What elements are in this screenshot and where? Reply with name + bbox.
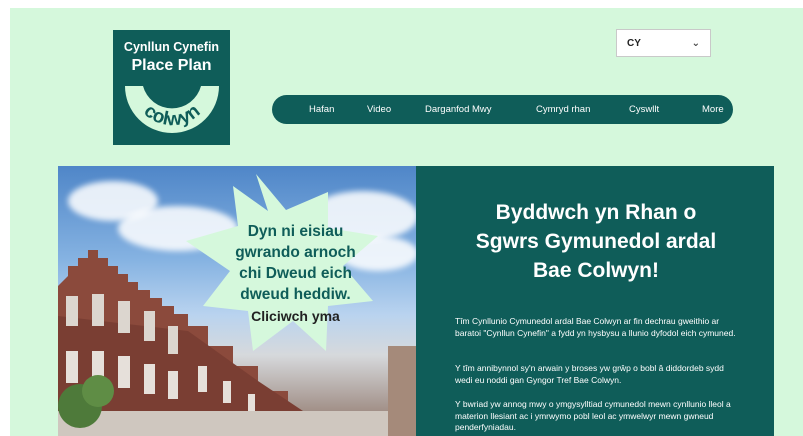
nav-item-cyswllt[interactable]: Cyswllt: [629, 104, 659, 115]
heading-line-3: Bae Colwyn!: [532, 259, 660, 282]
language-select[interactable]: CY ⌄: [616, 29, 711, 57]
star-line-3: chi Dweud eich: [239, 265, 352, 282]
nav-item-cymryd-rhan[interactable]: Cymryd rhan: [536, 104, 590, 115]
intro-paragraph-3: Y bwriad yw annog mwy o ymgysylltiad cym…: [455, 399, 731, 432]
panel-heading: Byddwch yn Rhan o Sgwrs Gymunedol ardal …: [446, 198, 746, 285]
nav-item-more[interactable]: More: [702, 104, 724, 115]
hero-image: Dyn ni eisiau gwrando arnoch chi Dweud e…: [58, 166, 416, 436]
intro-paragraph-1: Tîm Cynllunio Cymunedol ardal Bae Colwyn…: [455, 316, 736, 338]
star-line-1: Dyn ni eisiau: [247, 223, 344, 240]
site-logo[interactable]: Cynllun Cynefin Place Plan colwyn: [113, 30, 230, 145]
intro-panel: Byddwch yn Rhan o Sgwrs Gymunedol ardal …: [416, 166, 774, 436]
nav-item-hafan[interactable]: Hafan: [309, 104, 334, 115]
nav-item-darganfod-mwy[interactable]: Darganfod Mwy: [425, 104, 492, 115]
colwyn-mark-icon: colwyn: [125, 86, 219, 133]
star-line-2: gwrando arnoch: [235, 244, 356, 261]
nav-item-video[interactable]: Video: [367, 104, 391, 115]
heading-line-2: Sgwrs Gymunedol ardal: [475, 230, 717, 253]
click-here-link[interactable]: Cliciwch yma: [208, 306, 383, 327]
intro-paragraph-2: Y tîm annibynnol sy'n arwain y broses yw…: [455, 363, 724, 385]
logo-line-2: Place Plan: [131, 57, 212, 74]
heading-line-1: Byddwch yn Rhan o: [495, 201, 697, 224]
page: Cynllun Cynefin Place Plan colwyn CY ⌄ H…: [10, 8, 803, 436]
chevron-down-icon: ⌄: [691, 37, 700, 49]
main-nav: Hafan Video Darganfod Mwy Cymryd rhan Cy…: [272, 95, 733, 124]
star-line-4: dweud heddiw.: [240, 286, 351, 303]
language-selected: CY: [627, 37, 641, 49]
star-message[interactable]: Dyn ni eisiau gwrando arnoch chi Dweud e…: [208, 221, 383, 327]
logo-line-1: Cynllun Cynefin: [123, 40, 220, 54]
